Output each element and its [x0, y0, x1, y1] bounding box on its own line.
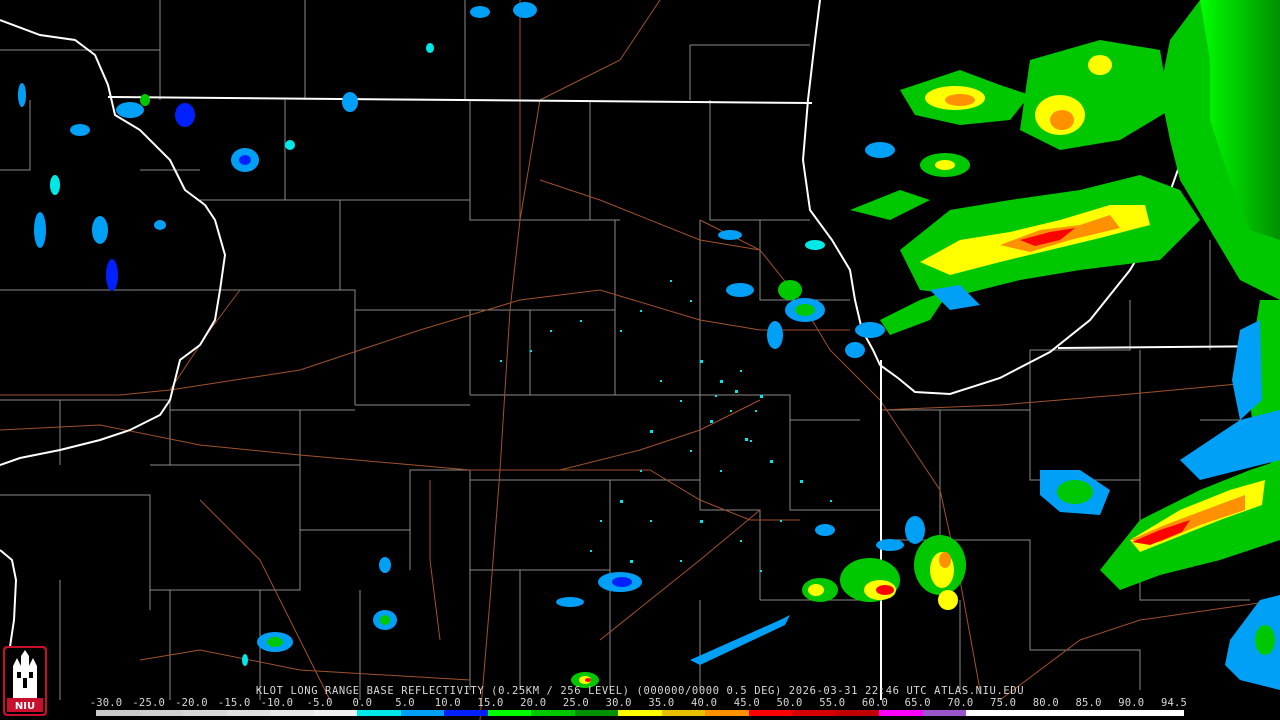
colorbar-segment	[879, 710, 923, 716]
product-caption: KLOT LONG RANGE BASE REFLECTIVITY (0.25K…	[255, 685, 1025, 697]
colorbar-segment	[313, 710, 358, 716]
colorbar-tick-label: 60.0	[861, 697, 888, 709]
colorbar-labels: -30.0 -25.0 -20.0 -15.0 -10.0 -5.0 0.0 5.0 10.0 1…	[0, 697, 1280, 709]
colorbar-segment	[400, 710, 445, 716]
colorbar-tick-label: -20.0	[175, 697, 208, 709]
colorbar-tick-label: 25.0	[562, 697, 589, 709]
colorbar-segment	[1096, 710, 1141, 716]
colorbar-segment	[792, 710, 836, 716]
colorbar-tick-label: 40.0	[691, 697, 718, 709]
colorbar-tick-label: -15.0	[217, 697, 251, 709]
colorbar-segment	[1140, 710, 1184, 716]
colorbar-segment	[705, 710, 749, 716]
colorbar-segment	[835, 710, 880, 716]
colorbar-tick-label: 70.0	[947, 697, 974, 709]
colorbar-tick-label: 45.0	[733, 697, 760, 709]
colorbar-tick-label: 50.0	[776, 697, 803, 709]
colorbar-segment	[748, 710, 793, 716]
radar-map	[0, 0, 1280, 720]
colorbar-tick-label: 15.0	[477, 697, 504, 709]
colorbar-segment	[444, 710, 488, 716]
colorbar-segment	[531, 710, 575, 716]
wisconsin-illinois-border	[107, 96, 813, 104]
colorbar-tick-label: 55.0	[819, 697, 846, 709]
colorbar-tick-label: 10.0	[434, 697, 461, 709]
colorbar-segment	[922, 710, 967, 716]
colorbar-tick-label: 75.0	[990, 697, 1017, 709]
colorbar-segment	[270, 710, 314, 716]
colorbar-tick-label: 35.0	[648, 697, 675, 709]
colorbar-segment	[661, 710, 706, 716]
colorbar-tick-label: 0.0	[352, 697, 373, 709]
colorbar-tick-label: 5.0	[395, 697, 415, 709]
colorbar-tick-label: -5.0	[306, 697, 333, 709]
colorbar-tick-label: 94.5	[1160, 697, 1188, 709]
colorbar-segment	[226, 710, 271, 716]
colorbar-tick-label: 80.0	[1032, 697, 1059, 709]
colorbar-tick-label: 85.0	[1075, 697, 1102, 709]
colorbar-segment	[618, 710, 662, 716]
colorbar-tick-label: 30.0	[605, 697, 632, 709]
colorbar-tick-label: -25.0	[132, 697, 166, 709]
colorbar-segment	[1053, 710, 1097, 716]
colorbar-segment	[1009, 710, 1054, 716]
radar-echoes	[18, 0, 1280, 690]
colorbar-tick-label: -30.0	[89, 697, 123, 709]
colorbar-segment	[357, 710, 401, 716]
colorbar-tick-label: 65.0	[904, 697, 931, 709]
colorbar-segment	[487, 710, 532, 716]
colorbar-segment	[574, 710, 619, 716]
reflectivity-colorbar	[96, 710, 1184, 716]
colorbar-tick-label: 20.0	[520, 697, 547, 709]
colorbar-segment	[966, 710, 1010, 716]
missouri-border	[0, 549, 18, 661]
colorbar-segment	[96, 710, 140, 716]
colorbar-tick-label: -10.0	[260, 697, 294, 709]
colorbar-tick-label: 90.0	[1118, 697, 1145, 709]
colorbar-segment	[139, 710, 184, 716]
colorbar-segment	[183, 710, 227, 716]
iowa-illinois-border	[0, 19, 227, 466]
